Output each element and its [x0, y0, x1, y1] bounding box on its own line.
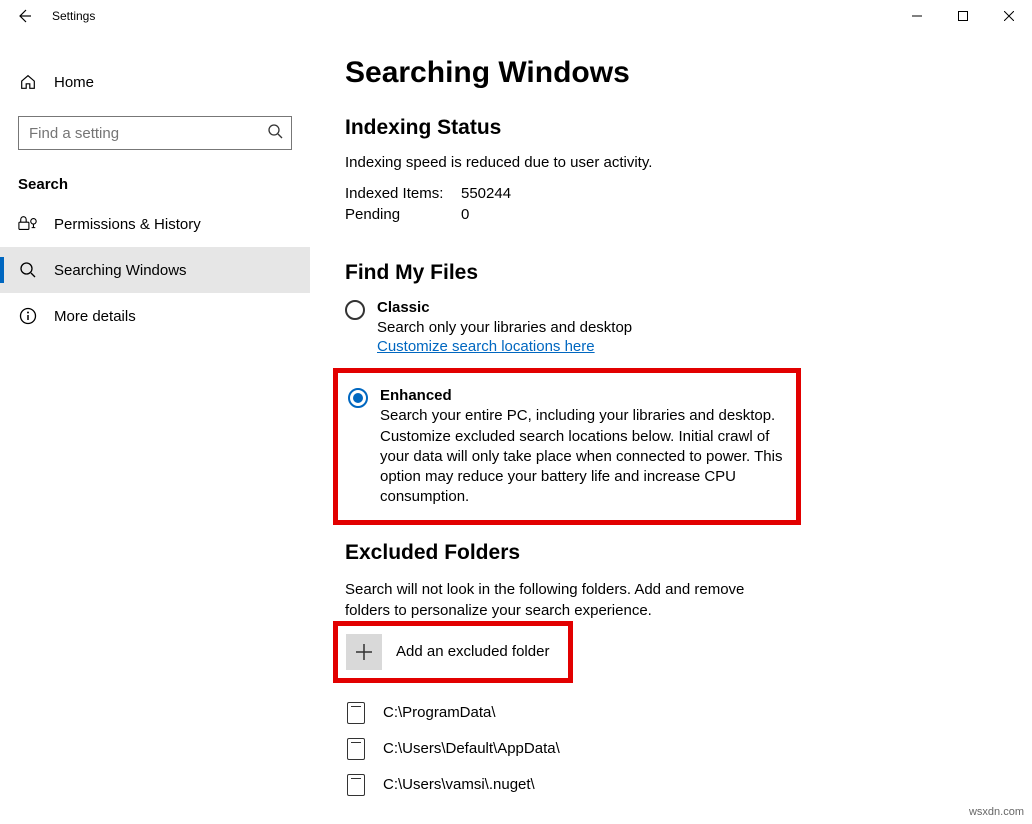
radio-classic[interactable]: Classic Search only your libraries and d…: [345, 299, 805, 356]
info-icon: [18, 306, 38, 326]
watermark: wsxdn.com: [969, 806, 1024, 818]
plus-icon: [346, 634, 382, 670]
excluded-folder-item[interactable]: C:\Users\Default\AppData\: [345, 731, 1012, 767]
excluded-heading: Excluded Folders: [345, 541, 1012, 565]
folder-path: C:\Users\vamsi\.nuget\: [383, 776, 535, 793]
search-input-container[interactable]: [18, 116, 292, 150]
excluded-folder-item[interactable]: C:\ProgramData\: [345, 695, 1012, 731]
maximize-button[interactable]: [940, 0, 986, 32]
enhanced-desc: Search your entire PC, including your li…: [380, 406, 786, 507]
pending-label: Pending: [345, 206, 461, 223]
category-header: Search: [0, 150, 310, 201]
search-input[interactable]: [29, 125, 267, 142]
customize-locations-link[interactable]: Customize search locations here: [377, 338, 595, 355]
close-button[interactable]: [986, 0, 1032, 32]
app-title: Settings: [48, 9, 95, 23]
add-folder-highlight: Add an excluded folder: [333, 621, 573, 683]
add-excluded-folder-button[interactable]: Add an excluded folder: [346, 634, 560, 670]
page-title: Searching Windows: [345, 56, 1012, 90]
home-label: Home: [54, 74, 94, 91]
back-button[interactable]: [0, 0, 48, 32]
radio-indicator: [345, 300, 365, 320]
search-icon: [267, 123, 283, 144]
minimize-button[interactable]: [894, 0, 940, 32]
enhanced-highlight: Enhanced Search your entire PC, includin…: [333, 368, 801, 524]
folder-icon: [347, 738, 365, 760]
classic-title: Classic: [377, 299, 632, 316]
search-icon: [18, 260, 38, 280]
main-content: Searching Windows Indexing Status Indexi…: [310, 32, 1032, 824]
excluded-folder-item[interactable]: C:\Users\vamsi\.nuget\: [345, 767, 1012, 803]
sidebar-item-more-details[interactable]: More details: [0, 293, 310, 339]
sidebar-item-label: Permissions & History: [54, 216, 201, 233]
folder-path: C:\ProgramData\: [383, 704, 496, 721]
enhanced-title: Enhanced: [380, 387, 786, 404]
find-files-heading: Find My Files: [345, 261, 1012, 285]
excluded-desc: Search will not look in the following fo…: [345, 579, 765, 621]
folder-path: C:\Users\Default\AppData\: [383, 740, 560, 757]
home-nav[interactable]: Home: [0, 62, 310, 102]
home-icon: [18, 72, 38, 92]
indexing-heading: Indexing Status: [345, 116, 1012, 140]
indexed-items-label: Indexed Items:: [345, 185, 461, 202]
sidebar: Home Search Permissions & History Search…: [0, 32, 310, 824]
sidebar-item-permissions[interactable]: Permissions & History: [0, 201, 310, 247]
radio-indicator: [348, 388, 368, 408]
indexing-status: Indexing speed is reduced due to user ac…: [345, 154, 1012, 171]
permissions-icon: [18, 214, 38, 234]
add-folder-label: Add an excluded folder: [396, 643, 549, 660]
folder-icon: [347, 702, 365, 724]
classic-desc: Search only your libraries and desktop: [377, 318, 632, 338]
sidebar-item-searching-windows[interactable]: Searching Windows: [0, 247, 310, 293]
sidebar-item-label: More details: [54, 308, 136, 325]
radio-enhanced[interactable]: Enhanced Search your entire PC, includin…: [348, 387, 786, 507]
sidebar-item-label: Searching Windows: [54, 262, 187, 279]
indexed-items-value: 550244: [461, 185, 511, 202]
pending-value: 0: [461, 206, 469, 223]
folder-icon: [347, 774, 365, 796]
